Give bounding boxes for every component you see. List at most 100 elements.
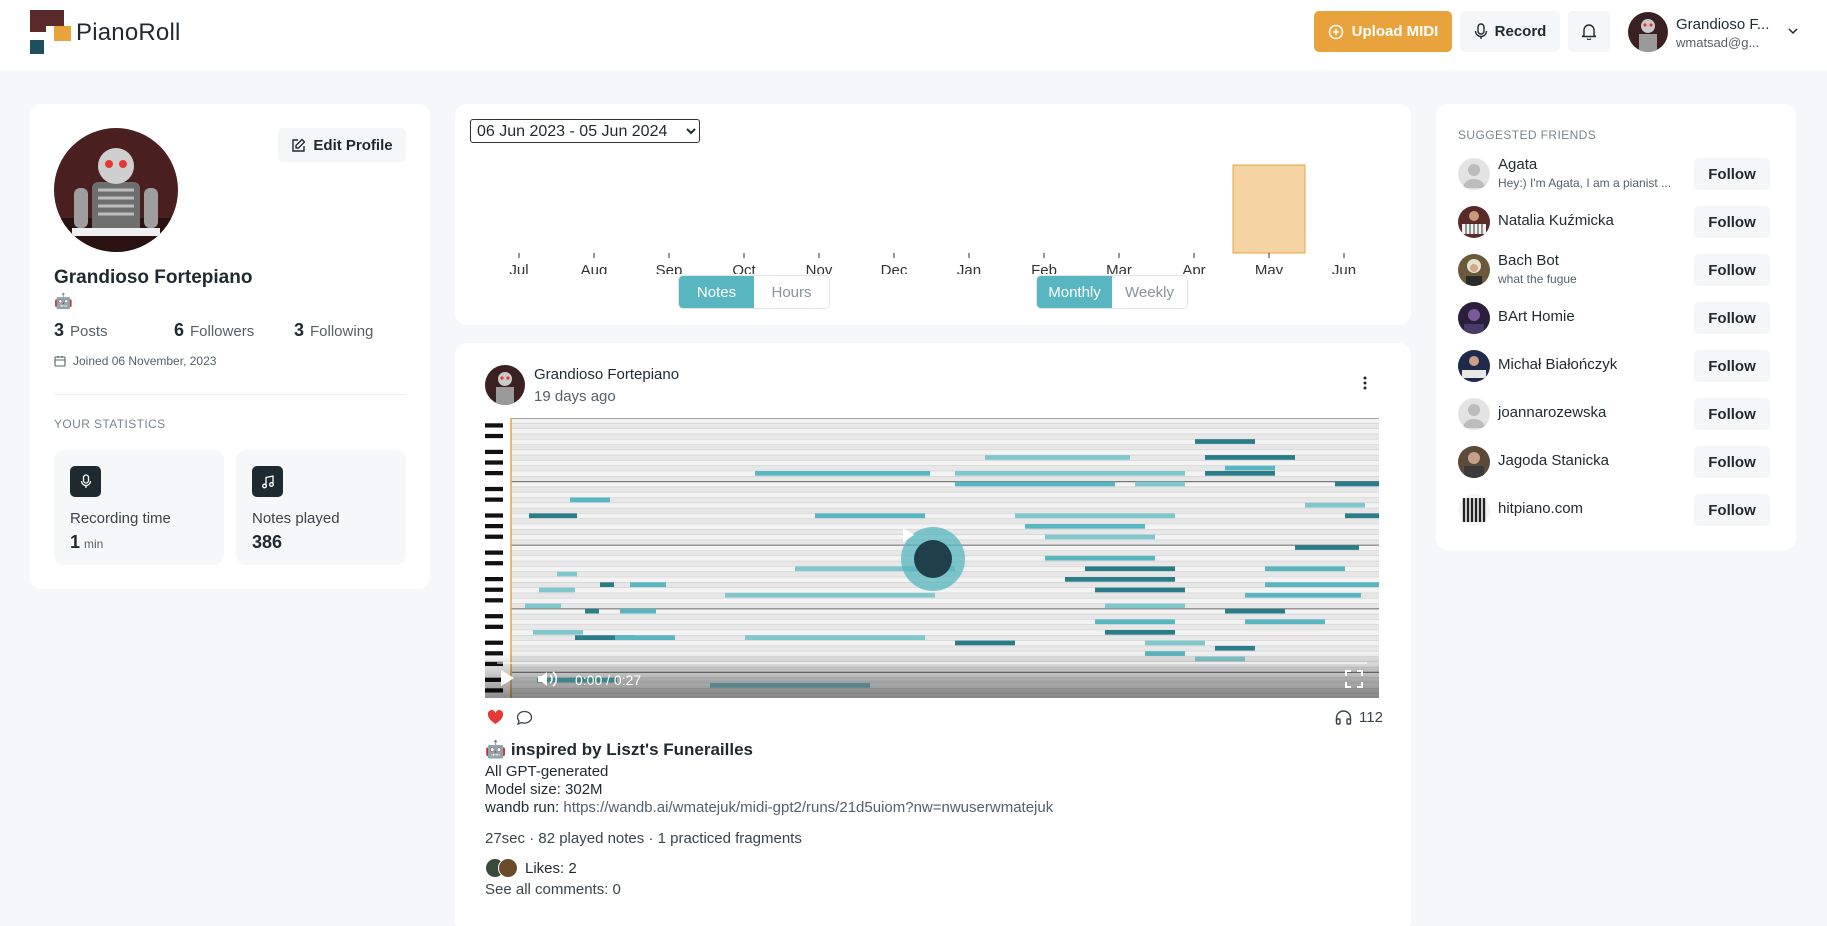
upload-midi-button[interactable]: Upload MIDI (1314, 11, 1452, 52)
avatar[interactable] (1458, 302, 1490, 334)
follow-button[interactable]: Follow (1694, 158, 1770, 190)
avatar[interactable] (1458, 158, 1490, 190)
roll-note (1195, 439, 1255, 444)
friend-name[interactable]: Bach Bot (1498, 252, 1559, 269)
tab-hours[interactable]: Hours (754, 276, 829, 308)
comment-icon[interactable] (516, 710, 533, 726)
post-author-avatar[interactable] (485, 365, 525, 405)
friend-name[interactable]: Natalia Kuźmicka (1498, 212, 1614, 229)
posts-stat[interactable]: 3 Posts (54, 320, 108, 341)
heart-icon[interactable] (487, 710, 504, 725)
follow-button[interactable]: Follow (1694, 302, 1770, 334)
avatar[interactable] (1458, 494, 1490, 526)
see-comments-link[interactable]: See all comments: 0 (485, 881, 621, 898)
profile-name: Grandioso Fortepiano (54, 267, 253, 288)
friend-name[interactable]: joannarozewska (1498, 404, 1606, 421)
fullscreen-icon[interactable] (1345, 670, 1363, 688)
roll-row (511, 624, 1379, 630)
avatar[interactable] (1458, 446, 1490, 478)
post-options-button[interactable] (1355, 371, 1375, 395)
edit-profile-button[interactable]: Edit Profile (278, 128, 406, 162)
piano-roll-player[interactable]: 0:00 / 0:27 (485, 418, 1379, 698)
roll-note (585, 608, 599, 614)
follow-button[interactable]: Follow (1694, 254, 1770, 286)
roll-note (533, 630, 583, 635)
friend-item: BArt Homie Follow (1458, 300, 1774, 336)
roll-note (745, 635, 925, 640)
piano-black-key (485, 433, 503, 439)
roll-note (1025, 524, 1145, 529)
piano-black-key (485, 460, 503, 465)
roll-note (955, 481, 1115, 487)
follow-button[interactable]: Follow (1694, 446, 1770, 478)
joined-date: Joined 06 November, 2023 (54, 354, 216, 368)
big-play-button[interactable] (901, 527, 965, 591)
activity-chart-card: 06 Jun 2023 - 05 Jun 2024 Jul Aug Sep Oct No… (455, 104, 1411, 325)
friend-name[interactable]: Michał Białończyk (1498, 356, 1617, 373)
avatar (498, 858, 518, 878)
notes-played-label: Notes played (252, 510, 340, 527)
play-icon[interactable] (499, 669, 515, 687)
roll-note (1205, 471, 1275, 476)
playback-time: 0:00 / 0:27 (575, 672, 642, 688)
roll-note (1265, 582, 1379, 587)
record-label: Record (1494, 23, 1547, 40)
microphone-icon (70, 466, 101, 497)
follow-button[interactable]: Follow (1694, 206, 1770, 238)
avatar (1628, 12, 1668, 52)
posts-label: Posts (70, 323, 108, 340)
tab-weekly[interactable]: Weekly (1112, 276, 1187, 308)
calendar-icon (54, 356, 66, 367)
friend-name[interactable]: Agata (1498, 156, 1537, 173)
likes-summary[interactable]: Likes: 2 (485, 857, 577, 879)
friend-name[interactable]: hitpiano.com (1498, 500, 1583, 517)
roll-note (1145, 640, 1205, 646)
roll-note (1225, 608, 1285, 614)
top-bar: PianoRoll Upload MIDI Record Grandioso F… (0, 0, 1827, 70)
tab-notes[interactable]: Notes (679, 276, 754, 308)
upload-midi-label: Upload MIDI (1351, 23, 1439, 40)
record-button[interactable]: Record (1460, 11, 1560, 52)
followers-stat[interactable]: 6 Followers (174, 320, 254, 341)
avatar[interactable] (1458, 350, 1490, 382)
progress-bar[interactable] (497, 662, 1367, 664)
roll-note (1045, 534, 1155, 540)
follow-button[interactable]: Follow (1694, 350, 1770, 382)
user-menu[interactable]: Grandioso F... wmatsad@g... (1626, 10, 1816, 54)
roll-note (1245, 619, 1325, 625)
roll-note (615, 635, 675, 640)
friend-name[interactable]: Jagoda Stanicka (1498, 452, 1609, 469)
roll-note (1095, 587, 1185, 593)
roll-note (755, 471, 930, 476)
follow-button[interactable]: Follow (1694, 494, 1770, 526)
chart-bar[interactable] (1232, 164, 1306, 254)
tab-monthly[interactable]: Monthly (1037, 276, 1112, 308)
following-stat[interactable]: 3 Following (294, 320, 373, 341)
wandb-label: wandb run: (485, 799, 560, 816)
friend-item: Natalia Kuźmicka Follow (1458, 204, 1774, 240)
likes-count: Likes: 2 (525, 859, 577, 877)
post-meta: 27sec · 82 played notes · 1 practiced fr… (485, 830, 802, 847)
x-tick-label: Apr (1182, 262, 1205, 274)
friend-item: hitpiano.com Follow (1458, 492, 1774, 528)
avatar[interactable] (1458, 206, 1490, 238)
friend-item: Michał Białończyk Follow (1458, 348, 1774, 384)
period-toggle: Monthly Weekly (1036, 275, 1188, 309)
x-tick-label: Jul (509, 262, 528, 274)
follow-button[interactable]: Follow (1694, 398, 1770, 430)
post-author-name[interactable]: Grandioso Fortepiano (534, 366, 679, 383)
avatar[interactable] (1458, 398, 1490, 430)
volume-icon[interactable] (537, 670, 559, 688)
friend-bio: Hey:) I'm Agata, I am a pianist ... (1498, 176, 1672, 190)
avatar[interactable] (1458, 254, 1490, 286)
joined-text: Joined 06 November, 2023 (73, 354, 217, 368)
notifications-button[interactable] (1568, 11, 1610, 52)
bell-icon (1581, 24, 1597, 40)
friend-item: Bach Bot what the fugue Follow (1458, 252, 1774, 288)
wandb-link[interactable]: https://wandb.ai/wmatejuk/midi-gpt2/runs… (563, 799, 1053, 816)
roll-row (511, 444, 1379, 450)
x-tick-label: Oct (732, 262, 756, 274)
date-range-select[interactable]: 06 Jun 2023 - 05 Jun 2024 (470, 119, 700, 143)
logo[interactable]: PianoRoll (30, 10, 190, 55)
friend-name[interactable]: BArt Homie (1498, 308, 1575, 325)
